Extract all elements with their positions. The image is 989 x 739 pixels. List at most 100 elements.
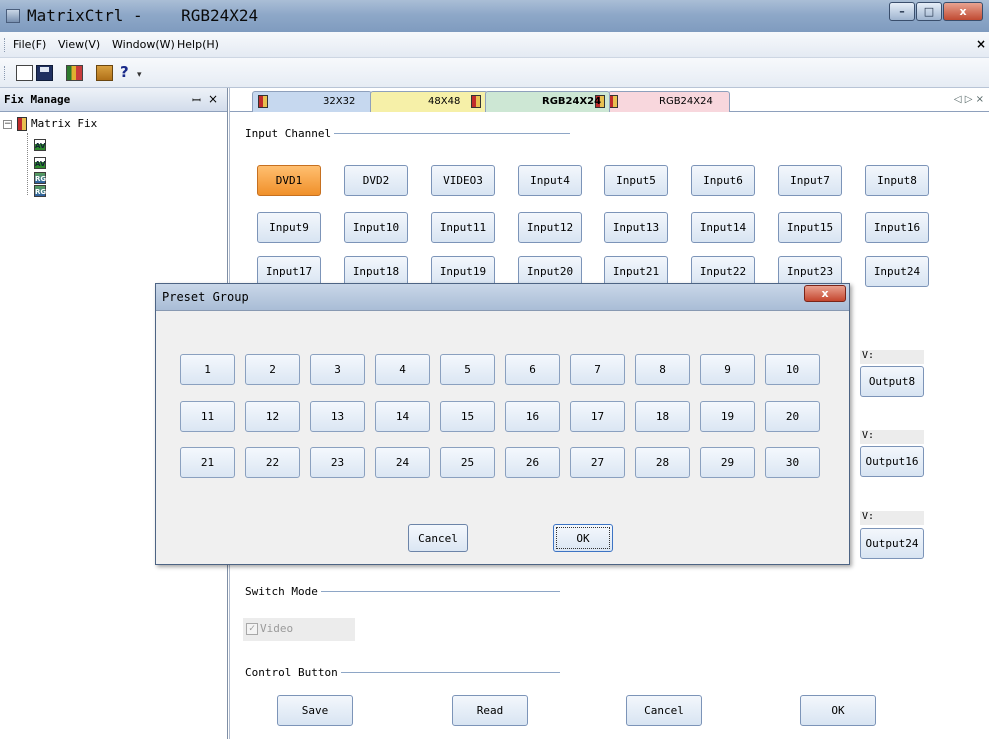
- input-button-8[interactable]: Input8: [865, 165, 929, 196]
- preset-button-15[interactable]: 15: [440, 401, 495, 432]
- preset-button-13[interactable]: 13: [310, 401, 365, 432]
- dialog-cancel-button[interactable]: Cancel: [408, 524, 468, 552]
- toolbar-grip: [4, 66, 6, 80]
- preset-button-7[interactable]: 7: [570, 354, 625, 385]
- matrix-icon[interactable]: [66, 65, 83, 81]
- maximize-button[interactable]: □: [916, 2, 942, 21]
- preset-button-6[interactable]: 6: [505, 354, 560, 385]
- input-button-24[interactable]: Input24: [865, 256, 929, 287]
- output24-button[interactable]: Output24: [860, 528, 924, 559]
- preset-button-10[interactable]: 10: [765, 354, 820, 385]
- preset-button-11[interactable]: 11: [180, 401, 235, 432]
- preset-button-14[interactable]: 14: [375, 401, 430, 432]
- preset-button-16[interactable]: 16: [505, 401, 560, 432]
- tab-label: 32X32: [323, 96, 356, 107]
- preset-button-22[interactable]: 22: [245, 447, 300, 478]
- tab-48x48[interactable]: 48X48: [370, 91, 488, 112]
- close-icon[interactable]: ×: [208, 92, 218, 106]
- input-button-10[interactable]: Input10: [344, 212, 408, 243]
- av-device-icon[interactable]: AV: [34, 157, 46, 169]
- tab-label: 48X48: [428, 96, 461, 107]
- video-checkbox-label: Video: [260, 622, 294, 635]
- preset-button-18[interactable]: 18: [635, 401, 690, 432]
- dialog-close-button[interactable]: x: [804, 285, 846, 302]
- input-button-7[interactable]: Input7: [778, 165, 842, 196]
- tab-rgb24x24-2[interactable]: RGB24X24: [608, 91, 730, 112]
- preset-button-26[interactable]: 26: [505, 447, 560, 478]
- preset-button-20[interactable]: 20: [765, 401, 820, 432]
- preset-button-30[interactable]: 30: [765, 447, 820, 478]
- toolbar-overflow-icon[interactable]: ▾: [137, 70, 142, 80]
- input-button-4[interactable]: Input4: [518, 165, 582, 196]
- preset-button-17[interactable]: 17: [570, 401, 625, 432]
- dialog-title: Preset Group: [162, 290, 249, 304]
- input-button-2[interactable]: DVD2: [344, 165, 408, 196]
- preset-button-8[interactable]: 8: [635, 354, 690, 385]
- collapse-icon[interactable]: −: [3, 120, 12, 129]
- toolbar: ? ▾: [0, 58, 989, 88]
- title-bar: MatrixCtrl - RGB24X24 – □ x: [0, 0, 989, 32]
- preset-button-21[interactable]: 21: [180, 447, 235, 478]
- section-divider: [320, 672, 560, 673]
- preset-button-19[interactable]: 19: [700, 401, 755, 432]
- preset-button-29[interactable]: 29: [700, 447, 755, 478]
- panel-title: Fix Manage: [4, 93, 71, 106]
- output16-button[interactable]: Output16: [860, 446, 924, 477]
- rgb-device-icon[interactable]: RGB: [34, 172, 51, 184]
- section-divider: [310, 591, 560, 592]
- input-button-1[interactable]: DVD1: [257, 165, 321, 196]
- preset-button-4[interactable]: 4: [375, 354, 430, 385]
- input-button-6[interactable]: Input6: [691, 165, 755, 196]
- menu-help[interactable]: Help(H): [177, 38, 219, 51]
- pin-icon[interactable]: ꟷ: [192, 93, 201, 108]
- video-output-label: V:: [860, 430, 924, 444]
- input-button-5[interactable]: Input5: [604, 165, 668, 196]
- tree-root[interactable]: Matrix Fix: [31, 117, 97, 130]
- menu-file[interactable]: File(F): [13, 38, 46, 51]
- preset-button-12[interactable]: 12: [245, 401, 300, 432]
- input-channel-label: Input Channel: [245, 127, 335, 140]
- tab-strip: 32X32 48X48 RGB24X24 RGB24X24 ◁ ▷ ×: [230, 88, 989, 112]
- output8-button[interactable]: Output8: [860, 366, 924, 397]
- input-button-14[interactable]: Input14: [691, 212, 755, 243]
- help-icon[interactable]: ?: [120, 63, 132, 81]
- save-button[interactable]: Save: [277, 695, 353, 726]
- minimize-button[interactable]: –: [889, 2, 915, 21]
- tab-scroll-icons[interactable]: ◁ ▷ ×: [954, 94, 984, 105]
- input-button-9[interactable]: Input9: [257, 212, 321, 243]
- rgb-device-icon[interactable]: RGB: [34, 185, 51, 197]
- preset-button-3[interactable]: 3: [310, 354, 365, 385]
- ok-button[interactable]: OK: [800, 695, 876, 726]
- mdi-close-icon[interactable]: ×: [976, 37, 986, 51]
- preset-button-25[interactable]: 25: [440, 447, 495, 478]
- list-icon[interactable]: [96, 65, 113, 81]
- menu-window[interactable]: Window(W): [112, 38, 175, 51]
- preset-button-24[interactable]: 24: [375, 447, 430, 478]
- menu-view[interactable]: View(V): [58, 38, 100, 51]
- av-device-icon[interactable]: AV: [34, 139, 46, 151]
- preset-button-2[interactable]: 2: [245, 354, 300, 385]
- input-button-12[interactable]: Input12: [518, 212, 582, 243]
- input-button-16[interactable]: Input16: [865, 212, 929, 243]
- tab-rgb24x24[interactable]: RGB24X24: [485, 91, 610, 112]
- preset-button-5[interactable]: 5: [440, 354, 495, 385]
- input-button-11[interactable]: Input11: [431, 212, 495, 243]
- cancel-button[interactable]: Cancel: [626, 695, 702, 726]
- input-button-3[interactable]: VIDEO3: [431, 165, 495, 196]
- save-icon[interactable]: [36, 65, 53, 81]
- close-window-button[interactable]: x: [943, 2, 983, 21]
- preset-button-28[interactable]: 28: [635, 447, 690, 478]
- dialog-title-bar: Preset Group x: [156, 284, 849, 311]
- new-file-icon[interactable]: [16, 65, 33, 81]
- input-button-13[interactable]: Input13: [604, 212, 668, 243]
- video-checkbox[interactable]: ✓: [246, 623, 258, 635]
- tab-32x32[interactable]: 32X32: [252, 91, 372, 112]
- preset-button-27[interactable]: 27: [570, 447, 625, 478]
- preset-button-23[interactable]: 23: [310, 447, 365, 478]
- video-checkbox-row: ✓ Video: [243, 618, 355, 641]
- preset-button-1[interactable]: 1: [180, 354, 235, 385]
- input-button-15[interactable]: Input15: [778, 212, 842, 243]
- dialog-ok-button[interactable]: OK: [553, 524, 613, 552]
- preset-button-9[interactable]: 9: [700, 354, 755, 385]
- read-button[interactable]: Read: [452, 695, 528, 726]
